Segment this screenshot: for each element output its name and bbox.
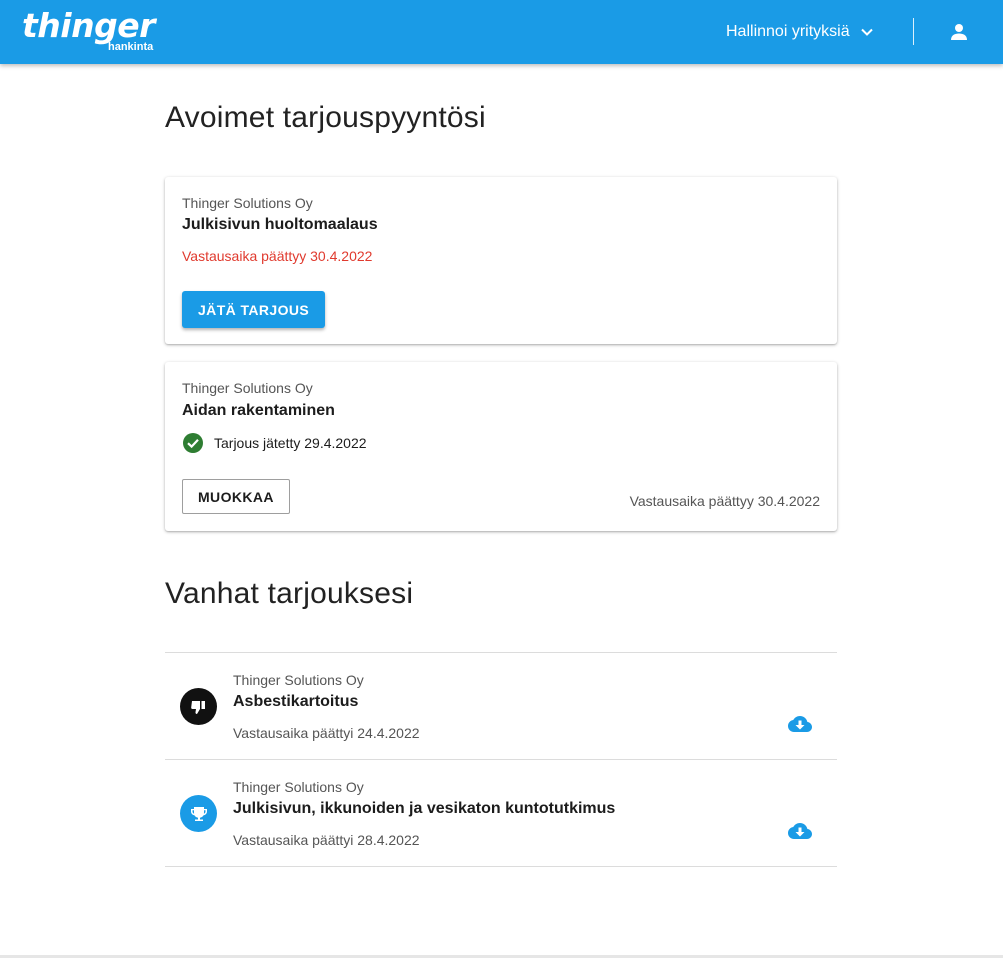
item-deadline: Vastausaika päättyi 24.4.2022 (233, 725, 420, 741)
open-requests-heading: Avoimet tarjouspyyntösi (165, 101, 486, 134)
user-account-button[interactable] (946, 20, 972, 44)
offer-status-text: Tarjous jätetty 29.4.2022 (214, 435, 367, 451)
card-deadline: Vastausaika päättyy 30.4.2022 (182, 248, 373, 264)
card-company: Thinger Solutions Oy (182, 195, 313, 211)
header-divider (913, 18, 914, 45)
person-icon (951, 24, 967, 40)
card-title: Aidan rakentaminen (182, 402, 335, 419)
edit-offer-button[interactable]: MUOKKAA (182, 479, 290, 514)
cloud-download-icon[interactable] (787, 713, 813, 735)
top-app-bar: thinger hankinta Hallinnoi yrityksiä (0, 0, 1003, 64)
thumb-down-icon (180, 688, 217, 725)
card-deadline: Vastausaika päättyy 30.4.2022 (629, 493, 820, 509)
logo-subtitle: hankinta (108, 41, 154, 53)
logo-wordmark: thinger (22, 6, 155, 45)
thinger-logo[interactable]: thinger hankinta (22, 6, 155, 54)
list-item[interactable]: Thinger Solutions Oy Julkisivun, ikkunoi… (165, 760, 837, 867)
item-company: Thinger Solutions Oy (233, 672, 364, 688)
submit-offer-button[interactable]: JÄTÄ TARJOUS (182, 291, 326, 328)
old-offers-list: Thinger Solutions Oy Asbestikartoitus Va… (165, 652, 837, 867)
manage-companies-label: Hallinnoi yrityksiä (726, 23, 850, 40)
chevron-down-icon (860, 28, 873, 36)
check-circle-icon (183, 433, 203, 453)
card-company: Thinger Solutions Oy (182, 380, 313, 396)
item-title: Julkisivun, ikkunoiden ja vesikaton kunt… (233, 800, 616, 817)
list-item[interactable]: Thinger Solutions Oy Asbestikartoitus Va… (165, 653, 837, 760)
request-card: Thinger Solutions Oy Julkisivun huoltoma… (165, 177, 837, 344)
item-title: Asbestikartoitus (233, 693, 359, 710)
card-title: Julkisivun huoltomaalaus (182, 216, 378, 233)
item-deadline: Vastausaika päättyi 28.4.2022 (233, 832, 420, 848)
manage-companies-menu[interactable]: Hallinnoi yrityksiä (726, 18, 874, 46)
item-company: Thinger Solutions Oy (233, 779, 364, 795)
old-offers-heading: Vanhat tarjouksesi (165, 577, 414, 610)
offer-status: Tarjous jätetty 29.4.2022 (182, 432, 367, 454)
request-card: Thinger Solutions Oy Aidan rakentaminen … (165, 362, 837, 531)
trophy-icon (180, 795, 217, 832)
cloud-download-icon[interactable] (787, 820, 813, 842)
